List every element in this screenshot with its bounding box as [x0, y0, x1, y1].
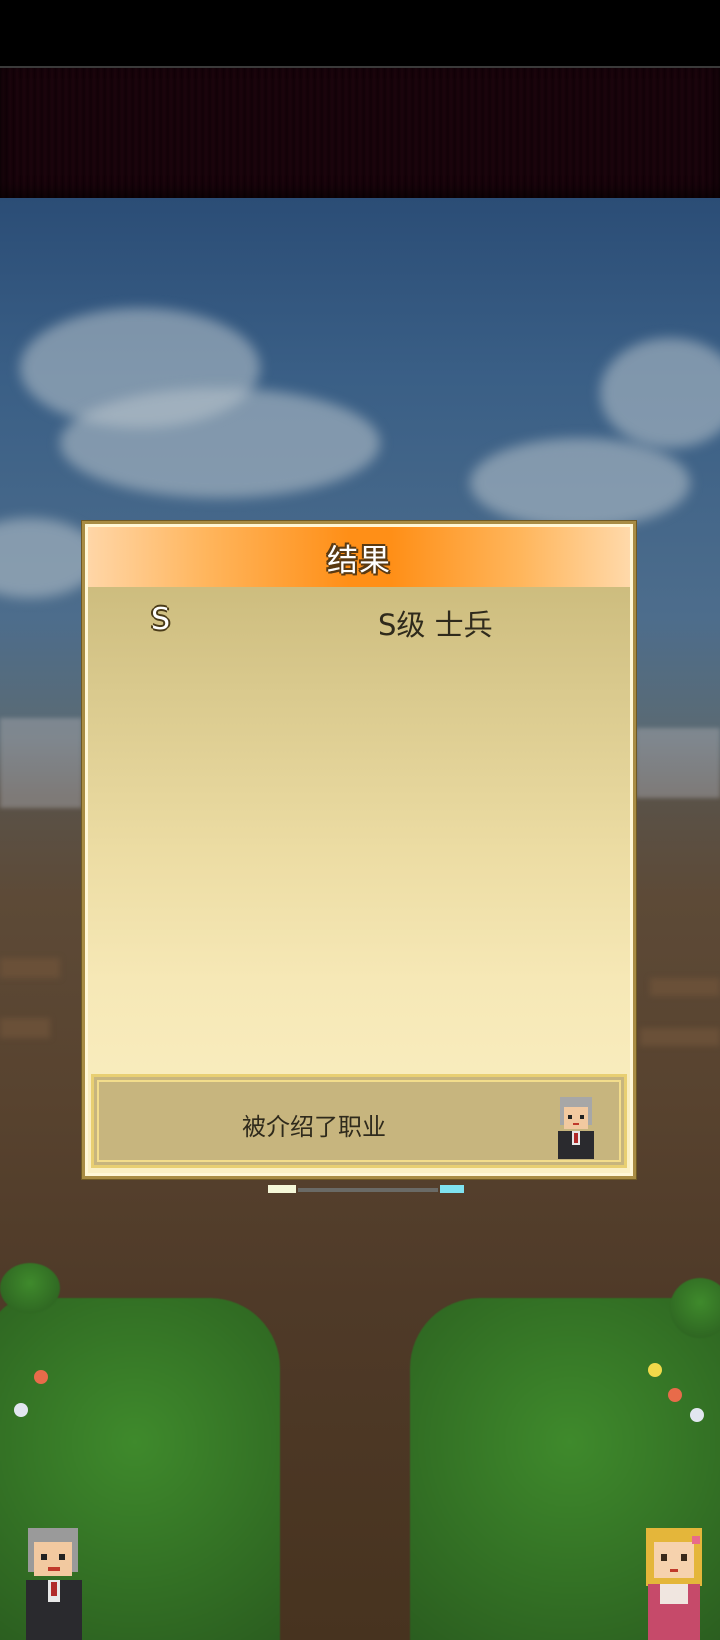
elder-character-icon — [26, 1528, 82, 1640]
top-banner — [0, 68, 720, 198]
dirt-furrow — [640, 1028, 720, 1046]
progress-strip — [268, 1185, 464, 1193]
game-screen: 结果 S S级 士兵 被介绍了职业 — [0, 0, 720, 1640]
advisor-portrait-icon — [558, 1097, 594, 1159]
dirt-furrow — [0, 1018, 50, 1038]
grade-label: S — [151, 602, 171, 637]
cloud — [470, 438, 690, 528]
dirt-furrow — [650, 978, 720, 996]
flower — [668, 1388, 682, 1402]
flower — [14, 1403, 28, 1417]
dialog-header: 结果 — [88, 527, 630, 587]
status-bar — [0, 0, 720, 68]
cloud — [600, 338, 720, 448]
flower — [648, 1363, 662, 1377]
girl-character-icon — [646, 1528, 702, 1640]
dirt-furrow — [0, 958, 60, 978]
result-row: S S级 士兵 — [85, 602, 633, 642]
cloud — [60, 388, 380, 498]
flower — [690, 1408, 704, 1422]
ruin-wall — [0, 718, 82, 808]
result-dialog: 结果 S S级 士兵 被介绍了职业 — [82, 521, 636, 1179]
dialog-title: 结果 — [327, 542, 391, 579]
message-box[interactable]: 被介绍了职业 — [91, 1074, 627, 1168]
flower — [34, 1370, 48, 1384]
ruin-wall — [636, 728, 720, 798]
job-name: S级 士兵 — [378, 608, 493, 642]
bush — [0, 1263, 60, 1313]
message-text: 被介绍了职业 — [242, 1113, 386, 1141]
